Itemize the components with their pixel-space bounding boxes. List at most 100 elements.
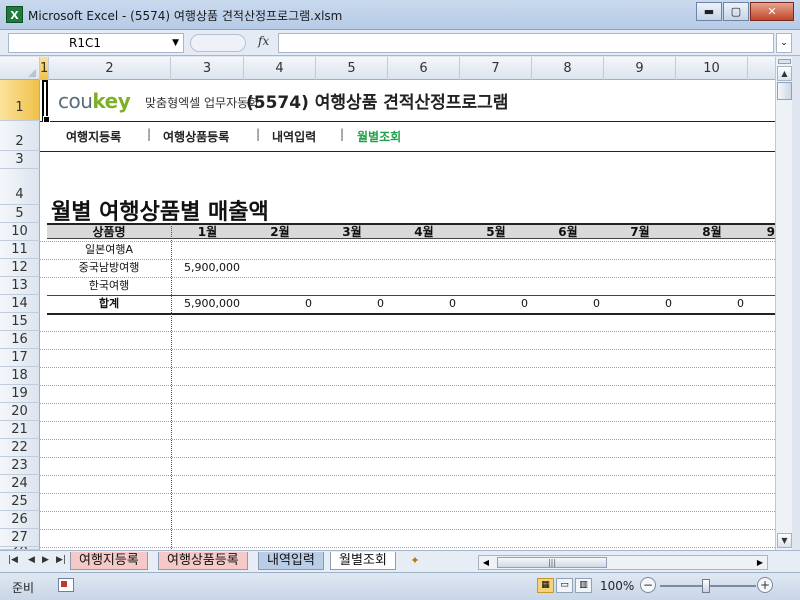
row-header[interactable]: 11 <box>0 241 40 259</box>
scroll-left-icon[interactable]: ◀ <box>479 556 493 569</box>
total-label-cell[interactable]: 합계 <box>47 295 171 313</box>
chevron-down-icon[interactable]: ▼ <box>172 34 179 52</box>
total-value-cell[interactable]: 5,900,000 <box>171 295 240 313</box>
total-value-cell[interactable]: 0 <box>604 295 672 313</box>
column-header[interactable]: 8 <box>532 57 604 80</box>
table-header-cell[interactable]: 6월 <box>532 225 604 240</box>
tab-monthly-view[interactable]: 월별조회 <box>330 552 396 570</box>
nav-link-monthly-view[interactable]: 월별조회 <box>357 128 401 145</box>
scroll-right-icon[interactable]: ▶ <box>753 556 767 569</box>
row-header[interactable]: 4 <box>0 169 40 205</box>
column-header[interactable]: 9 <box>604 57 676 80</box>
table-header-cell[interactable]: 2월 <box>244 225 316 240</box>
total-value-cell[interactable]: 0 <box>460 295 528 313</box>
row-header[interactable]: 23 <box>0 457 40 475</box>
vertical-scroll-thumb[interactable] <box>777 82 792 100</box>
nav-link-product-register[interactable]: 여행상품등록 <box>163 128 229 145</box>
row-header[interactable]: 20 <box>0 403 40 421</box>
scroll-up-icon[interactable]: ▲ <box>777 66 792 81</box>
split-box[interactable] <box>778 59 791 64</box>
row-header[interactable]: 26 <box>0 511 40 529</box>
normal-view-icon[interactable]: ▦ <box>537 578 554 593</box>
column-header[interactable]: 1 <box>40 57 49 80</box>
formula-input[interactable] <box>278 33 774 53</box>
excel-app-icon[interactable]: X <box>6 6 23 23</box>
row-header[interactable]: 16 <box>0 331 40 349</box>
prev-sheet-icon[interactable]: ◀ <box>28 555 35 565</box>
row-header[interactable]: 27 <box>0 529 40 547</box>
close-button[interactable]: ✕ <box>750 2 794 21</box>
row-header[interactable]: 10 <box>0 223 40 241</box>
total-value-cell[interactable]: 0 <box>244 295 312 313</box>
table-header-cell[interactable]: 4월 <box>388 225 460 240</box>
next-sheet-icon[interactable]: ▶ <box>42 555 49 565</box>
product-name-cell[interactable]: 한국여행 <box>47 277 171 295</box>
horizontal-scrollbar[interactable]: ◀ ||| ▶ <box>478 555 768 570</box>
column-header[interactable]: 5 <box>316 57 388 80</box>
table-header-cell[interactable]: 5월 <box>460 225 532 240</box>
formula-bar: R1C1 ▼ fx ⌄ <box>0 30 800 56</box>
page-break-preview-icon[interactable]: ▥ <box>575 578 592 593</box>
column-header[interactable]: 6 <box>388 57 460 80</box>
nav-link-entry-input[interactable]: 내역입력 <box>272 128 316 145</box>
expand-formula-bar-icon[interactable]: ⌄ <box>776 33 792 53</box>
name-box[interactable]: R1C1 ▼ <box>8 33 184 53</box>
row-header[interactable]: 13 <box>0 277 40 295</box>
maximize-button[interactable]: ▢ <box>723 2 749 21</box>
row-header[interactable]: 18 <box>0 367 40 385</box>
active-cell-r1c1[interactable] <box>42 80 50 123</box>
tab-destination-register[interactable]: 여행지등록 <box>70 552 148 570</box>
row-header[interactable]: 24 <box>0 475 40 493</box>
row-header[interactable]: 19 <box>0 385 40 403</box>
table-header-cell[interactable]: 7월 <box>604 225 676 240</box>
row-header[interactable]: 3 <box>0 151 40 169</box>
column-header[interactable]: 4 <box>244 57 316 80</box>
row-header[interactable]: 22 <box>0 439 40 457</box>
row-header[interactable]: 5 <box>0 205 40 223</box>
minimize-button[interactable]: ▬ <box>696 2 722 21</box>
row-header[interactable]: 12 <box>0 259 40 277</box>
column-header[interactable]: 2 <box>49 57 171 80</box>
insert-function-icon[interactable]: fx <box>258 34 269 48</box>
product-name-cell[interactable]: 일본여행A <box>47 241 171 259</box>
value-cell[interactable]: 5,900,000 <box>171 259 240 277</box>
nav-link-destination-register[interactable]: 여행지등록 <box>66 128 121 145</box>
scroll-down-icon[interactable]: ▼ <box>777 533 792 548</box>
row-header[interactable]: 17 <box>0 349 40 367</box>
row-header[interactable]: 14 <box>0 295 40 313</box>
row-header[interactable]: 2 <box>0 121 40 151</box>
zoom-in-button[interactable]: + <box>757 577 773 593</box>
cell-area[interactable]: coukey 맞춤형엑셀 업무자동화 (5574) 여행상품 견적산정프로그램 … <box>40 80 775 550</box>
table-header-cell[interactable]: 3월 <box>316 225 388 240</box>
row-header[interactable]: 15 <box>0 313 40 331</box>
product-name-cell[interactable]: 중국남방여행 <box>47 259 171 277</box>
last-sheet-icon[interactable]: ▶| <box>56 555 66 565</box>
column-header[interactable]: 7 <box>460 57 532 80</box>
page-layout-view-icon[interactable]: ▭ <box>556 578 573 593</box>
zoom-out-button[interactable]: − <box>640 577 656 593</box>
zoom-level[interactable]: 100% <box>600 579 634 593</box>
first-sheet-icon[interactable]: |◀ <box>8 555 18 565</box>
column-header[interactable]: 10 <box>676 57 748 80</box>
total-value-cell[interactable]: 0 <box>388 295 456 313</box>
row-header[interactable]: 1 <box>0 80 40 121</box>
total-value-cell[interactable]: 0 <box>316 295 384 313</box>
table-header-cell[interactable]: 상품명 <box>47 225 171 240</box>
table-header-cell[interactable]: 8월 <box>676 225 748 240</box>
zoom-slider-thumb[interactable] <box>702 579 710 593</box>
vertical-scrollbar[interactable]: ▲ ▼ <box>775 57 792 550</box>
worksheet-grid[interactable]: 1 2 3 4 5 6 7 8 9 10 1 2 3 4 5 10 11 12 … <box>0 57 775 550</box>
column-header[interactable]: 3 <box>171 57 244 80</box>
select-all-corner[interactable] <box>0 57 40 80</box>
row-header[interactable]: 21 <box>0 421 40 439</box>
row-header[interactable]: 25 <box>0 493 40 511</box>
total-value-cell[interactable]: 0 <box>532 295 600 313</box>
record-macro-icon[interactable] <box>58 578 74 592</box>
total-value-cell[interactable]: 0 <box>676 295 744 313</box>
horizontal-scroll-thumb[interactable]: ||| <box>497 557 607 568</box>
table-header-cell[interactable]: 1월 <box>171 225 244 240</box>
table-header-cell[interactable]: 9 <box>748 225 775 240</box>
insert-sheet-icon[interactable]: ✦ <box>404 554 426 569</box>
tab-product-register[interactable]: 여행상품등록 <box>158 552 248 570</box>
tab-entry-input[interactable]: 내역입력 <box>258 552 324 570</box>
